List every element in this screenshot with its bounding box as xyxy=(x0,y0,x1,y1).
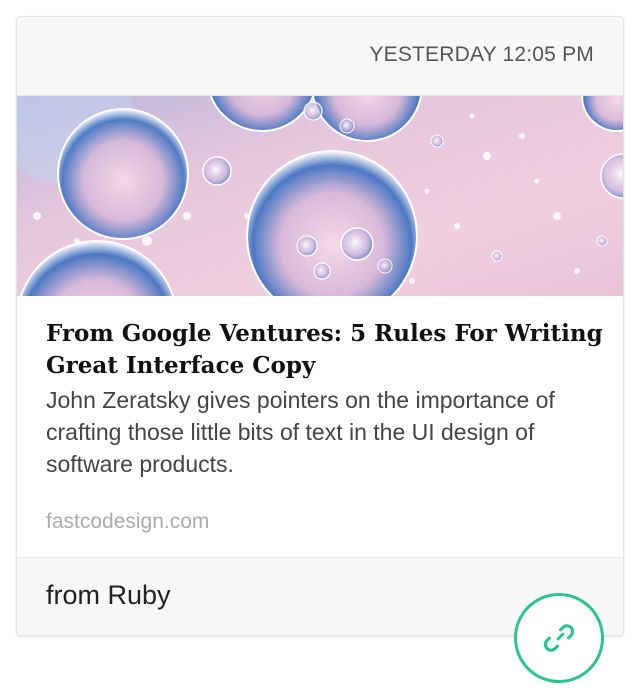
card-header: YESTERDAY 12:05 PM xyxy=(17,17,623,96)
article-thumbnail[interactable] xyxy=(17,96,623,296)
timestamp: YESTERDAY 12:05 PM xyxy=(369,43,594,66)
article-domain: fastcodesign.com xyxy=(46,510,210,533)
link-card[interactable]: YESTERDAY 12:05 PM From Google Ventures:… xyxy=(16,16,624,636)
from-label: from Ruby xyxy=(46,580,171,610)
link-icon xyxy=(543,624,575,652)
link-button[interactable] xyxy=(514,593,604,683)
bubbles-image xyxy=(17,96,623,296)
article-title[interactable]: From Google Ventures: 5 Rules For Writin… xyxy=(46,318,606,382)
article-preview[interactable]: From Google Ventures: 5 Rules For Writin… xyxy=(17,296,623,558)
article-summary: John Zeratsky gives pointers on the impo… xyxy=(46,387,555,477)
